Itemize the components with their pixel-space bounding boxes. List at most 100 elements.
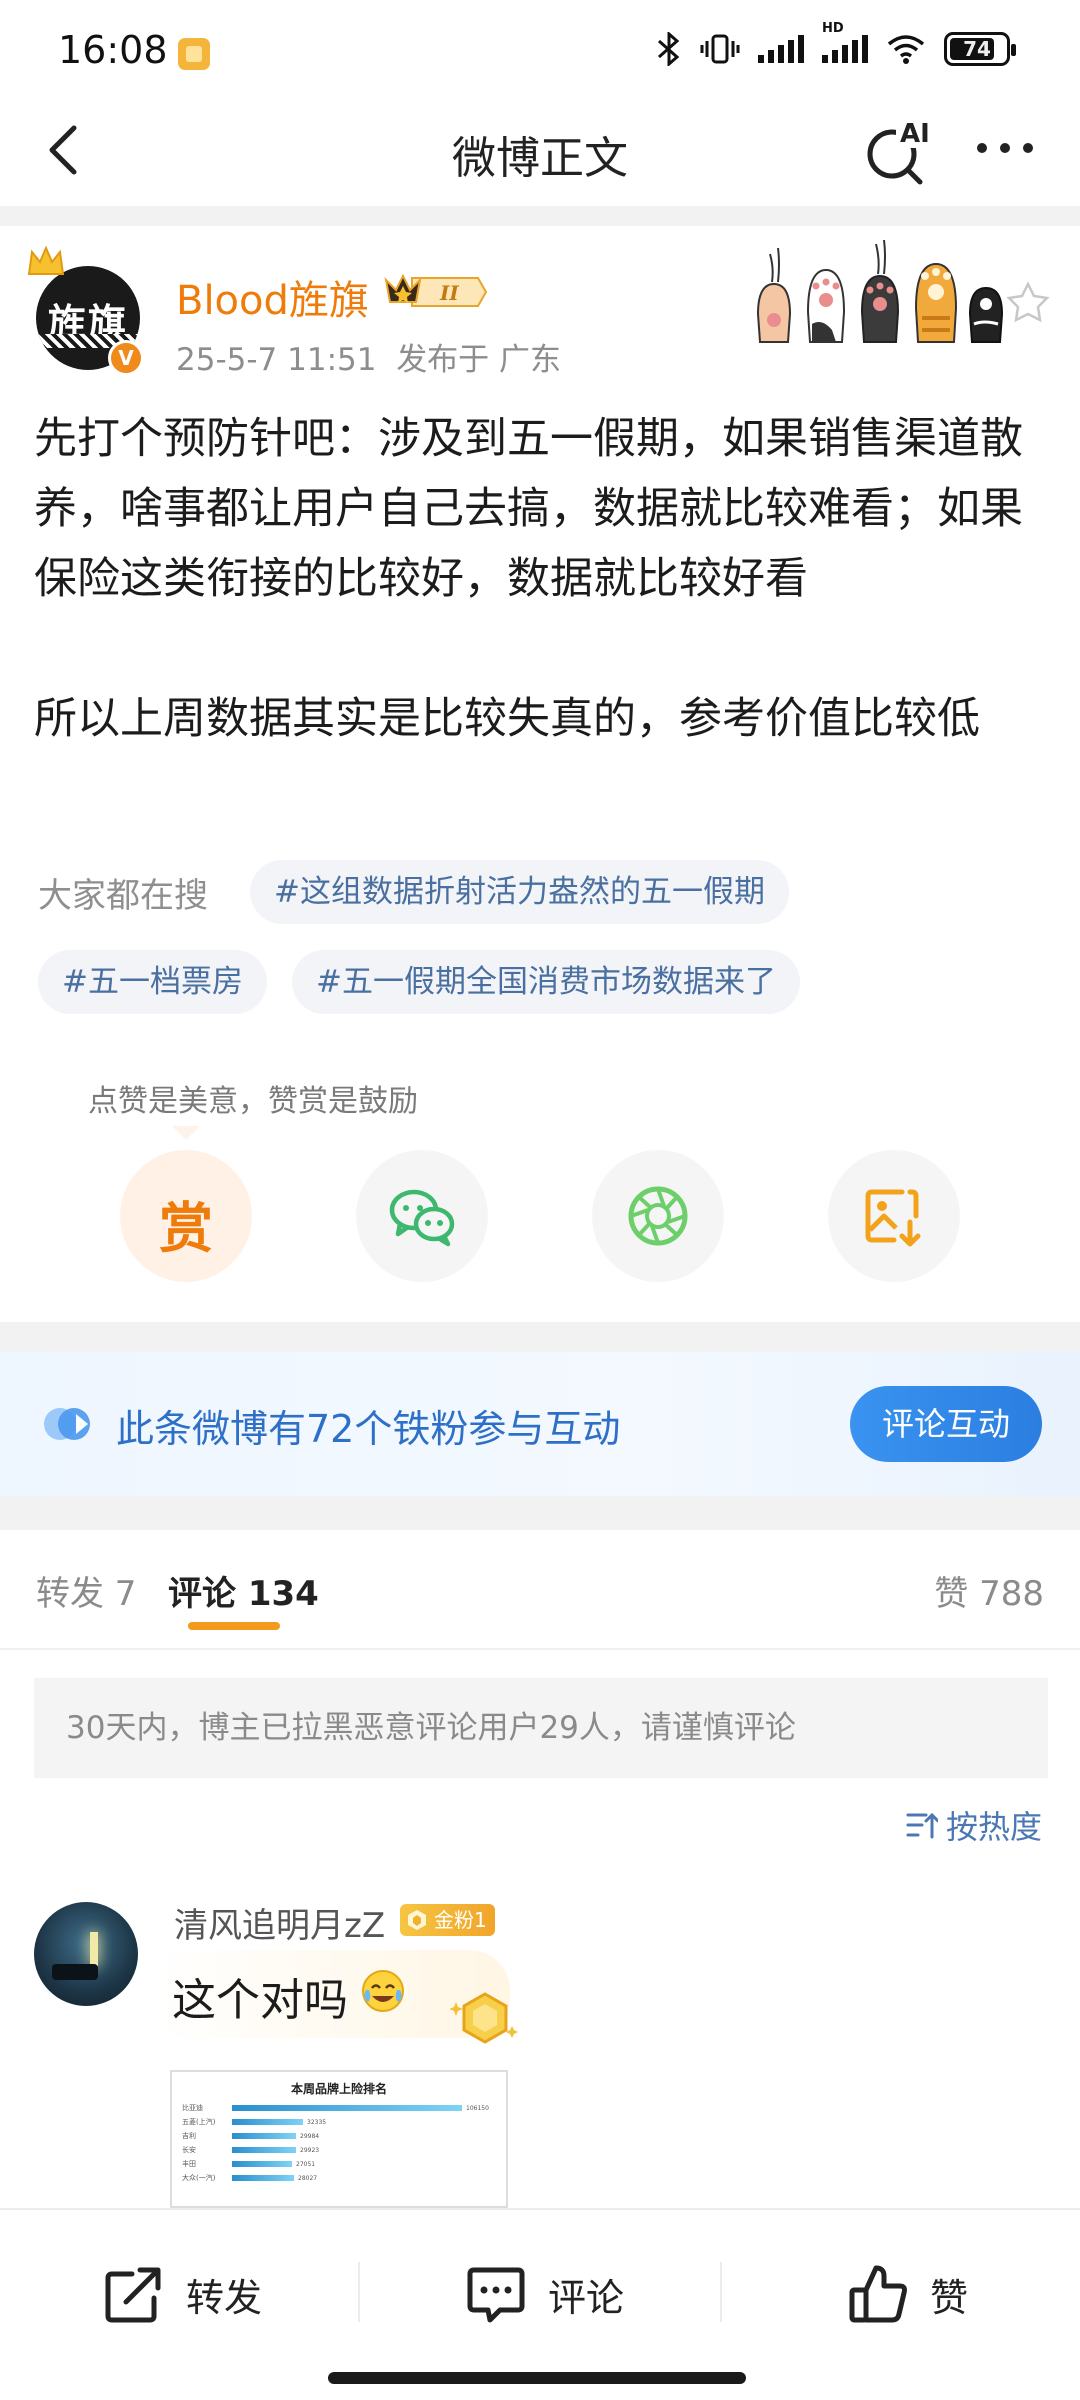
status-icons: HD 74 xyxy=(656,21,1016,66)
status-time: 16:08 xyxy=(58,28,168,72)
reward-tip: 点赞是美意，赞赏是鼓励 xyxy=(88,1084,418,1119)
wifi-icon xyxy=(887,35,925,64)
fan-level-badge: 金粉1 xyxy=(400,1904,495,1936)
bottom-divider xyxy=(720,2262,722,2322)
comment-image-row-value: 29923 xyxy=(300,2146,320,2154)
section-divider xyxy=(0,1496,1080,1530)
section-divider xyxy=(0,206,1080,226)
comment-image-row-label: 大众(一汽) xyxy=(182,2174,216,2182)
comment-image-row: 比亚迪 106150 xyxy=(182,2104,489,2112)
fans-icon xyxy=(44,1408,90,1440)
reward-label: 赏 xyxy=(159,1197,213,1260)
tab-repost[interactable]: 转发 7 xyxy=(36,1566,136,1615)
repost-button[interactable]: 转发 xyxy=(102,2262,262,2326)
comment-image-row-label: 长安 xyxy=(182,2146,196,2154)
fans-text: 此条微博有72个铁粉参与互动 xyxy=(116,1407,621,1451)
vibrate-icon xyxy=(700,34,740,64)
comment-image-row-value: 106150 xyxy=(466,2104,489,2112)
vip-level-badge[interactable]: II xyxy=(382,272,490,312)
comment-image-row-value: 29984 xyxy=(300,2132,320,2140)
bluetooth-icon xyxy=(658,32,680,66)
save-image-icon xyxy=(865,1189,921,1247)
like-label: 赞 xyxy=(930,2275,969,2320)
comment-image-row-value: 28027 xyxy=(298,2174,318,2182)
repost-icon xyxy=(105,2267,161,2323)
verified-badge: V xyxy=(108,340,144,376)
comment-image-row-value: 27051 xyxy=(296,2160,316,2168)
comment-image-title: 本周品牌上险排名 xyxy=(290,2082,387,2096)
battery-level: 74 xyxy=(963,37,991,61)
comment-image-row: 大众(一汽) 28027 xyxy=(182,2174,317,2182)
interaction-tabs: 转发 7 评论 134 赞 788 xyxy=(0,1530,1080,1650)
home-indicator[interactable] xyxy=(328,2372,746,2384)
crown-icon xyxy=(27,245,65,275)
comment-interact-button[interactable]: 评论互动 xyxy=(850,1386,1042,1462)
topic-chip[interactable]: #五一档票房 xyxy=(38,950,267,1014)
fan-badge-text: 金粉1 xyxy=(434,1908,487,1932)
hot-search-label: 大家都在搜 xyxy=(38,876,208,916)
tab-like[interactable]: 赞 788 xyxy=(934,1566,1044,1615)
paw-4-icon xyxy=(914,262,958,343)
fans-interaction-banner: 此条微博有72个铁粉参与互动 评论互动 xyxy=(0,1352,1080,1496)
vip-level-text: II xyxy=(439,281,459,305)
fan-badge-icon xyxy=(408,1910,426,1930)
repost-label: 转发 xyxy=(186,2275,263,2320)
cat-paw-decoration-icon xyxy=(756,239,1050,343)
sort-label: 按热度 xyxy=(945,1808,1042,1846)
status-bar: 16:08 HD 74 xyxy=(0,0,1080,100)
top-nav: 微博正文 AI xyxy=(0,100,1080,206)
comment-image-row-value: 32335 xyxy=(307,2118,327,2126)
comment-image-row-label: 吉利 xyxy=(182,2132,196,2140)
share-wechat-button[interactable] xyxy=(356,1150,488,1282)
comment-image-row-bar xyxy=(232,2175,294,2181)
wechat-icon xyxy=(389,1189,455,1247)
section-divider xyxy=(0,1322,1080,1352)
more-icon[interactable] xyxy=(970,118,1040,178)
post-time: 25-5-7 11:51 xyxy=(176,342,377,378)
comment-image-row-label: 比亚迪 xyxy=(182,2104,203,2112)
commenter-avatar[interactable] xyxy=(34,1902,138,2006)
svg-text:AI: AI xyxy=(900,119,930,149)
like-button[interactable]: 赞 xyxy=(846,2262,968,2326)
comment-image-row-bar xyxy=(232,2119,303,2125)
comment-button[interactable]: 评论 xyxy=(464,2262,624,2326)
comment-image-row: 长安 29923 xyxy=(182,2146,319,2154)
comment-image-row-bar xyxy=(232,2147,296,2153)
blocked-users-notice: 30天内，博主已拉黑恶意评论用户29人，请谨慎评论 xyxy=(34,1678,1048,1778)
thumbs-up-icon xyxy=(849,2265,907,2323)
comment-image[interactable]: 本周品牌上险排名 比亚迪 106150 五菱(上汽) 32335 吉利 29984 长安 29… xyxy=(170,2070,508,2208)
sort-by-hot-button[interactable]: 按热度 xyxy=(906,1802,1042,1848)
topic-chip[interactable]: #这组数据折射活力盎然的五一假期 xyxy=(250,860,789,924)
comment-image-row-bar xyxy=(232,2105,462,2111)
paw-2-icon xyxy=(806,268,846,343)
bottom-divider xyxy=(358,2262,360,2322)
author-name[interactable]: Blood旌旗 xyxy=(176,268,369,326)
post-location: 发布于 广东 xyxy=(396,342,562,378)
save-image-button[interactable] xyxy=(828,1150,960,1282)
comment-image-row: 五菱(上汽) 32335 xyxy=(182,2118,326,2126)
post-meta: 25-5-7 11:51 发布于 广东 xyxy=(176,334,561,379)
battery-icon: 74 xyxy=(944,32,1016,66)
paw-1-icon xyxy=(756,247,792,343)
share-moments-button[interactable] xyxy=(592,1150,724,1282)
comment-icon xyxy=(467,2267,525,2323)
laugh-cry-emoji-icon xyxy=(362,1970,404,2012)
paw-5-icon xyxy=(968,286,1004,343)
comment-image-row: 丰田 27051 xyxy=(182,2160,315,2168)
hd-signal-icon: HD xyxy=(822,21,868,63)
comment-image-row-bar xyxy=(232,2133,296,2139)
ai-search-icon[interactable]: AI xyxy=(862,112,932,186)
commenter-name[interactable]: 清风追明月zZ xyxy=(174,1898,385,1947)
comment-label: 评论 xyxy=(548,2275,625,2320)
active-tab-indicator xyxy=(188,1622,280,1630)
topic-chip[interactable]: #五一假期全国消费市场数据来了 xyxy=(292,950,800,1014)
signal-icon xyxy=(758,35,804,63)
reward-button[interactable]: 赏 xyxy=(120,1150,252,1282)
comment-image-row-bar xyxy=(232,2161,292,2167)
tip-arrow-icon xyxy=(172,1126,200,1140)
sort-icon xyxy=(906,1812,938,1839)
notes-app-icon xyxy=(178,38,210,70)
paw-3-icon xyxy=(860,239,900,343)
tab-comment[interactable]: 评论 134 xyxy=(168,1566,319,1615)
author-header: 旌旗 V Blood旌旗 II 25-5-7 11:51 发布于 广东 xyxy=(0,226,1080,386)
